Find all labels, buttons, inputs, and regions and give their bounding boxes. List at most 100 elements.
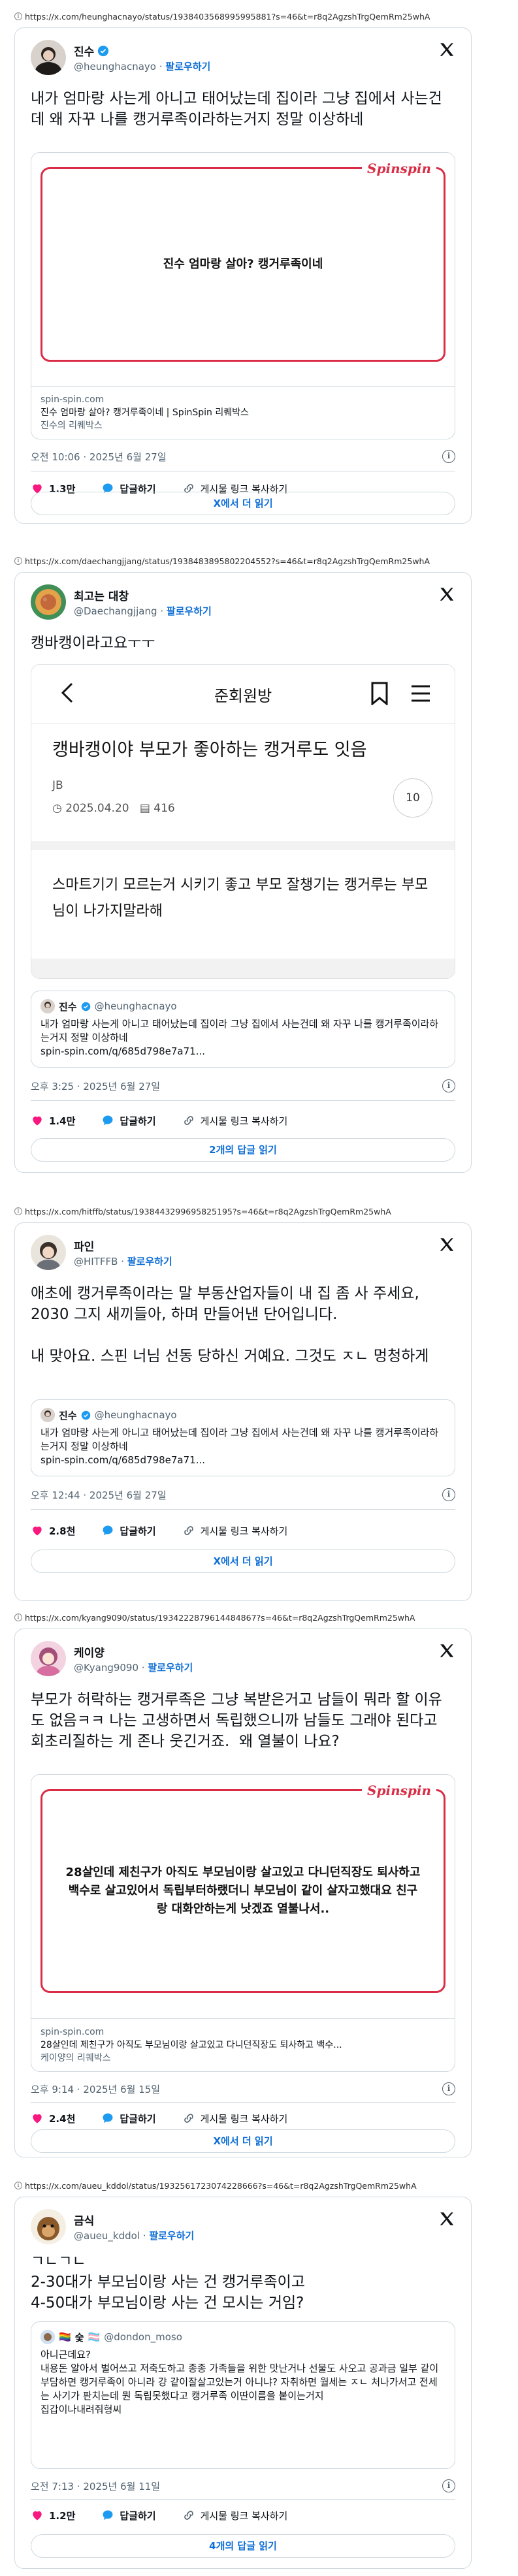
- action-bar: 1.4만 답글하기 게시물 링크 복사하기: [31, 1112, 455, 1129]
- x-logo-icon[interactable]: [438, 1642, 455, 1659]
- author-handle[interactable]: @heunghacnayo: [74, 61, 156, 72]
- attached-screenshot[interactable]: 준회원방 캥바캥이야 부모가 좋아하는 캥거루도 잇음 JB ◷ 2025.04…: [31, 664, 455, 979]
- screenshot-header: 준회원방: [31, 665, 455, 724]
- like-button[interactable]: 1.4만: [31, 1114, 75, 1128]
- reply-button[interactable]: 답글하기: [101, 1524, 156, 1538]
- quoted-tweet[interactable]: 진수 @heunghacnayo 내가 엄마랑 사는게 아니고 태어났는데 집이…: [31, 1399, 455, 1476]
- author-handle[interactable]: @Daechangjjang: [74, 605, 157, 617]
- reply-bubble-icon: [103, 2510, 113, 2520]
- copy-link-button[interactable]: 게시물 링크 복사하기: [182, 1114, 288, 1128]
- tweet-card[interactable]: 파인 @HITFFB · 팔로우하기 애초에 캥거루족이라는 말 부동산업자들이…: [14, 1222, 472, 1601]
- link-card[interactable]: Spinspin 진수 엄마랑 살아? 캥거루족이네 spin-spin.com…: [31, 152, 455, 439]
- info-icon: i: [14, 557, 22, 565]
- info-icon[interactable]: i: [442, 1079, 455, 1092]
- x-logo-icon[interactable]: [438, 586, 455, 603]
- tweet-text: ㄱㄴㄱㄴ 2-30대가 부모님이랑 사는 건 캥거루족이고 4-50대가 부모님…: [31, 2253, 306, 2312]
- follow-button[interactable]: 팔로우하기: [167, 605, 212, 617]
- follow-button[interactable]: 팔로우하기: [148, 1662, 193, 1674]
- source-url[interactable]: i https://x.com/hitffb/status/19384432996…: [14, 1204, 511, 1218]
- copy-link-label: 게시물 링크 복사하기: [200, 1525, 288, 1537]
- author-name[interactable]: 케이양: [74, 1644, 105, 1660]
- source-url[interactable]: i https://x.com/kyang9090/status/19342228…: [14, 1610, 511, 1625]
- read-more-button[interactable]: 4개의 답글 읽기: [31, 2534, 455, 2558]
- tweet-card[interactable]: 케이양 @Kyang9090 · 팔로우하기 부모가 허락하는 캥거루족은 그냥…: [14, 1629, 472, 2157]
- author-name[interactable]: 금식: [74, 2212, 94, 2228]
- screenshot-meta: ◷ 2025.04.20 ▤ 416: [52, 802, 175, 815]
- reply-bubble-icon: [103, 2113, 113, 2123]
- info-icon[interactable]: i: [442, 1488, 455, 1501]
- reply-button[interactable]: 답글하기: [101, 2112, 156, 2125]
- avatar[interactable]: [31, 40, 66, 75]
- tweet-card[interactable]: 진수 @heunghacnayo · 팔로우하기 내가 엄마랑 사는게 아니고 …: [14, 27, 472, 524]
- like-count: 1.4만: [49, 1115, 76, 1127]
- author-handle[interactable]: @HITFFB: [74, 1256, 118, 1267]
- quoted-text: 내가 엄마랑 사는게 아니고 태어났는데 집이라 그냥 집에서 사는건데 왜 자…: [40, 1018, 439, 1057]
- quoted-tweet[interactable]: 🏳️‍🌈 숯 🏳️‍⚧️ @dondon_moso 아니근데요? 내용돈 알아서…: [31, 2321, 455, 2469]
- tweet-card[interactable]: 금식 @aueu_kddol · 팔로우하기 ㄱㄴㄱㄴ 2-30대가 부모님이랑…: [14, 2197, 472, 2569]
- tweet-header: 최고는 대창 @Daechangjjang · 팔로우하기: [31, 584, 455, 621]
- link-card-headline: 28살인데 제친구가 아직도 부모님이랑 살고있고 다니던직장도 퇴사하고 백수…: [65, 1866, 421, 1916]
- like-button[interactable]: 2.8천: [31, 1524, 75, 1538]
- source-url-text: https://x.com/aueu_kddol/status/19325617…: [25, 2180, 417, 2191]
- author-handle[interactable]: @aueu_kddol: [74, 2230, 140, 2242]
- tweet-text: 부모가 허락하는 캥거루족은 그냥 복받은거고 남들이 뭐라 할 이유도 없음ㅋ…: [31, 1691, 442, 1750]
- avatar[interactable]: [31, 1641, 66, 1676]
- tweet-header: 금식 @aueu_kddol · 팔로우하기: [31, 2209, 455, 2246]
- source-url-text: https://x.com/heunghacnayo/status/193840…: [25, 11, 430, 22]
- info-icon[interactable]: i: [442, 2479, 455, 2492]
- tweet-timestamp-row: 오전 7:13 · 2025년 6월 11일 i: [31, 2479, 455, 2495]
- read-more-button[interactable]: X에서 더 읽기: [31, 492, 455, 515]
- read-more-button[interactable]: 2개의 답글 읽기: [31, 1138, 455, 1162]
- follow-button[interactable]: 팔로우하기: [127, 1256, 172, 1267]
- copy-link-button[interactable]: 게시물 링크 복사하기: [182, 1524, 288, 1538]
- tweet-timestamp[interactable]: 오전 10:06 · 2025년 6월 27일: [31, 451, 167, 463]
- info-icon: i: [14, 1614, 22, 1621]
- tweet-timestamp[interactable]: 오후 3:25 · 2025년 6월 27일: [31, 1081, 160, 1092]
- x-logo-icon[interactable]: [438, 2210, 455, 2227]
- link-icon: [184, 2114, 193, 2123]
- copy-link-button[interactable]: 게시물 링크 복사하기: [182, 2509, 287, 2522]
- source-url[interactable]: i https://x.com/daechangjjang/status/1938…: [14, 554, 511, 568]
- x-logo-icon[interactable]: [438, 41, 455, 58]
- x-logo-icon[interactable]: [438, 1236, 455, 1253]
- link-card-title: 28살인데 제친구가 아직도 부모님이랑 살고있고 다니던직장도 퇴사하고 백수…: [40, 2040, 342, 2050]
- author-handle[interactable]: @Kyang9090: [74, 1662, 138, 1674]
- link-card-image: Spinspin 28살인데 제친구가 아직도 부모님이랑 살고있고 다니던직장…: [31, 1775, 455, 2007]
- source-url-text: https://x.com/daechangjjang/status/19384…: [25, 556, 430, 566]
- avatar[interactable]: [31, 1235, 66, 1270]
- like-button[interactable]: 2.4천: [31, 2112, 75, 2125]
- tweet-timestamp[interactable]: 오후 9:14 · 2025년 6월 15일: [31, 2084, 160, 2095]
- info-icon[interactable]: i: [442, 450, 455, 463]
- quoted-tweet[interactable]: 진수 @heunghacnayo 내가 엄마랑 사는게 아니고 태어났는데 집이…: [31, 991, 455, 1068]
- avatar[interactable]: [31, 2209, 66, 2244]
- heart-icon: [33, 1526, 42, 1536]
- reply-label: 답글하기: [120, 1525, 156, 1537]
- tweet-timestamp[interactable]: 오전 7:13 · 2025년 6월 11일: [31, 2481, 160, 2492]
- copy-link-button[interactable]: 게시물 링크 복사하기: [182, 2112, 287, 2125]
- follow-button[interactable]: 팔로우하기: [165, 61, 210, 72]
- screenshot-board-title: 준회원방: [214, 687, 272, 705]
- source-url[interactable]: i https://x.com/aueu_kddol/status/1932561…: [14, 2178, 511, 2193]
- screenshot-post-title: 캥바캥이야 부모가 좋아하는 캥거루도 잇음: [52, 740, 367, 760]
- screenshot-author: JB: [52, 779, 63, 792]
- tweet-text: 캥바캥이라고요ㅜㅜ: [31, 635, 155, 652]
- author-name[interactable]: 파인: [74, 1237, 94, 1254]
- author-name[interactable]: 진수: [74, 42, 94, 59]
- reply-button[interactable]: 답글하기: [101, 2509, 156, 2522]
- source-url[interactable]: i https://x.com/heunghacnayo/status/19384…: [14, 9, 511, 24]
- copy-link-label: 게시물 링크 복사하기: [200, 1115, 288, 1127]
- read-more-button[interactable]: X에서 더 읽기: [31, 1550, 455, 1573]
- like-button[interactable]: 1.2만: [31, 2509, 75, 2522]
- avatar[interactable]: [31, 584, 66, 620]
- tweet-timestamp[interactable]: 오후 12:44 · 2025년 6월 27일: [31, 1489, 167, 1501]
- tweet-card[interactable]: 최고는 대창 @Daechangjjang · 팔로우하기 캥바캥이라고요ㅜㅜ …: [14, 572, 472, 1173]
- read-more-button[interactable]: X에서 더 읽기: [31, 2129, 455, 2153]
- quoted-author-handle: @heunghacnayo: [94, 1000, 177, 1012]
- info-icon[interactable]: i: [442, 2082, 455, 2095]
- reply-button[interactable]: 답글하기: [101, 1114, 156, 1128]
- info-icon: i: [14, 2182, 22, 2189]
- author-name[interactable]: 최고는 대창: [74, 587, 129, 603]
- link-card[interactable]: Spinspin 28살인데 제친구가 아직도 부모님이랑 살고있고 다니던직장…: [31, 1774, 455, 2072]
- follow-button[interactable]: 팔로우하기: [149, 2230, 194, 2242]
- quoted-avatar: [40, 2330, 55, 2344]
